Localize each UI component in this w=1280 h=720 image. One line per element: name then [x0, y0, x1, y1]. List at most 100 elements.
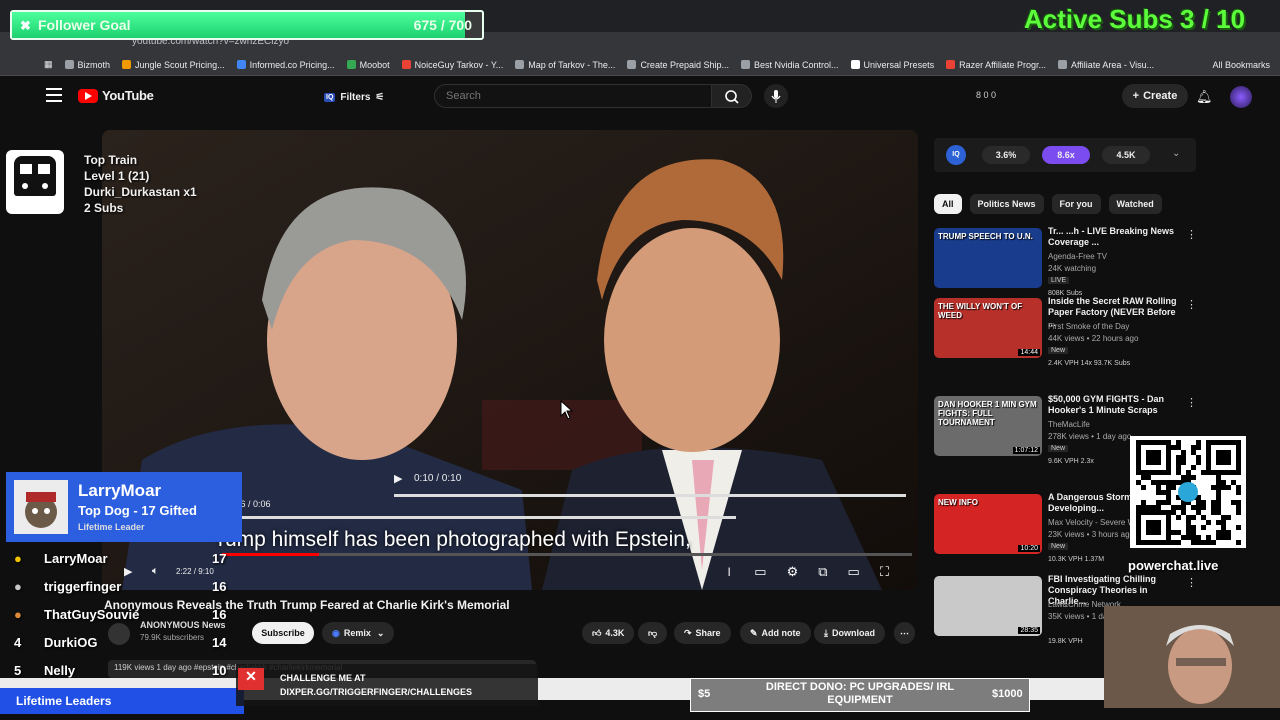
chip-for-you[interactable]: For you: [1051, 194, 1101, 214]
video-thumbnail[interactable]: NEW INFO 10:20: [934, 494, 1042, 554]
bookmark-item[interactable]: Map of Tarkov - The...: [515, 60, 615, 70]
bookmark-item[interactable]: Jungle Scout Pricing...: [122, 60, 225, 70]
notifications-bell-icon[interactable]: 🔔︎: [1196, 89, 1213, 105]
youtube-play-icon: [78, 88, 98, 103]
youtube-logo[interactable]: YouTube: [78, 88, 154, 103]
search-button[interactable]: [712, 84, 752, 108]
bookmark-item[interactable]: Affiliate Area - Visu...: [1057, 60, 1154, 70]
player-controls: ⏽ ▭ ⚙ ⧉ ▭ ⛶: [724, 564, 889, 580]
captions-icon[interactable]: ▭: [754, 564, 766, 580]
chevron-down-icon[interactable]: ⌄: [1172, 148, 1180, 159]
chip-watched[interactable]: Watched: [1108, 194, 1162, 214]
remix-icon: ◉: [332, 627, 340, 638]
bronze-medal-icon: ●: [14, 607, 22, 622]
bookmark-favicon-icon: [346, 60, 356, 69]
recommended-stats: 2.4K VPH 14x 93.7K Subs: [1048, 360, 1131, 367]
voice-search-button[interactable]: [764, 84, 788, 108]
bookmark-item[interactable]: Best Nvidia Control...: [741, 60, 839, 70]
recommended-title[interactable]: Tr... ...h - LIVE Breaking News Coverage…: [1048, 226, 1180, 248]
bookmark-item[interactable]: Razer Affiliate Progr...: [946, 60, 1046, 70]
leaderboard-name: LarryMoar: [44, 551, 108, 566]
all-bookmarks-button[interactable]: All Bookmarks: [1212, 54, 1270, 76]
recommended-channel[interactable]: Agenda-Free TV: [1048, 252, 1107, 261]
recommended-meta: 44K views • 22 hours ago: [1048, 334, 1139, 343]
follower-goal-icon: ✖: [20, 18, 31, 33]
subscribe-button[interactable]: Subscribe: [252, 622, 314, 644]
leaderboard-rank: 4: [14, 635, 22, 650]
fullscreen-icon[interactable]: ⛶: [880, 564, 889, 580]
more-actions-button[interactable]: ⋯: [894, 622, 915, 644]
filters-button[interactable]: IQ Filters ⚟: [318, 86, 390, 108]
more-options-icon[interactable]: ⋮: [1186, 576, 1197, 589]
bookmarks-bar: ▦ Bizmoth Jungle Scout Pricing... Informed…: [0, 54, 1280, 76]
add-note-button[interactable]: ✎ Add note: [740, 622, 811, 644]
settings-gear-icon[interactable]: ⚙: [787, 564, 799, 580]
chip-all[interactable]: All: [934, 194, 962, 214]
download-button[interactable]: ⤓ Download: [814, 622, 885, 644]
leaderboard-count: 10: [212, 663, 227, 678]
bookmark-item[interactable]: Moobot: [346, 60, 390, 70]
follower-goal-count: 675 / 700: [413, 17, 472, 33]
create-button[interactable]: + Create: [1122, 84, 1188, 108]
share-button[interactable]: ↷ Share: [674, 622, 731, 644]
qr-code: [1130, 436, 1246, 548]
theater-mode-icon[interactable]: ▭: [848, 564, 860, 580]
vidiq-stat: 8.6x: [1042, 146, 1090, 164]
hamburger-menu-icon[interactable]: [46, 88, 62, 102]
more-options-icon[interactable]: ⋮: [1186, 228, 1197, 241]
follower-goal-widget: ✖ Follower Goal 675 / 700: [10, 10, 484, 40]
player-progress-bar[interactable]: [222, 553, 912, 556]
bookmark-item[interactable]: Informed.co Pricing...: [236, 60, 335, 70]
miniplayer-icon[interactable]: ⧉: [818, 564, 827, 580]
inner-progress-bar[interactable]: [394, 494, 906, 497]
leaderboard-name: DurkiOG: [44, 635, 98, 650]
download-icon: ⤓: [824, 627, 828, 638]
account-avatar[interactable]: [1230, 86, 1252, 108]
vidiq-badge-icon[interactable]: IQ: [946, 145, 966, 165]
thumbs-up-icon: 👍︎: [592, 627, 602, 638]
leader-tag: Lifetime Leader: [78, 522, 145, 532]
dislike-button[interactable]: 👎︎: [638, 622, 668, 644]
bookmark-favicon-icon: [741, 60, 750, 69]
video-thumbnail[interactable]: TRUMP SPEECH TO U.N.: [934, 228, 1042, 288]
video-thumbnail[interactable]: DAN HOOKER 1 MIN GYM FIGHTS: FULL TOURNA…: [934, 396, 1042, 456]
more-options-icon[interactable]: ⋮: [1186, 298, 1197, 311]
qr-label: powerchat.live: [1128, 558, 1219, 573]
mouse-cursor-icon: [560, 399, 574, 425]
recommended-channel[interactable]: Max Velocity - Severe W...: [1048, 518, 1141, 527]
video-thumbnail[interactable]: 28:35: [934, 576, 1042, 636]
recommended-meta: 24K watching: [1048, 264, 1097, 273]
bookmark-item[interactable]: Create Prepaid Ship...: [627, 60, 729, 70]
chevron-down-icon: ⌄: [376, 627, 385, 638]
sliders-icon: ⚟: [375, 91, 385, 103]
vidiq-stat: 3.6%: [982, 146, 1030, 164]
vidiq-stat: 4.5K: [1102, 146, 1150, 164]
autoplay-toggle-icon[interactable]: ⏽: [724, 564, 734, 580]
video-caption: rump himself has been photographed with …: [218, 528, 691, 551]
thumbnail-text: TRUMP SPEECH TO U.N.: [938, 232, 1033, 241]
bookmark-item[interactable]: Universal Presets: [850, 60, 934, 70]
leader-subtitle: Top Dog - 17 Gifted: [78, 503, 197, 518]
overlay-progress-bar[interactable]: [224, 516, 736, 519]
bookmark-item[interactable]: NoiceGuy Tarkov - Y...: [401, 60, 503, 70]
create-label: Create: [1143, 90, 1178, 102]
search-input[interactable]: [446, 90, 696, 102]
header-counters: 8 0 0: [976, 90, 997, 100]
donation-min: $5: [698, 688, 711, 700]
bookmark-item[interactable]: Bizmoth: [64, 59, 111, 70]
thumbnail-text: THE WILLY WON'T OF WEED: [938, 302, 1023, 320]
apps-grid-icon[interactable]: ▦: [44, 59, 53, 70]
bookmark-label: Bizmoth: [77, 59, 111, 70]
dixper-logo-icon: ✕: [238, 668, 264, 690]
bookmark-label: Razer Affiliate Progr...: [959, 59, 1046, 70]
recommended-channel[interactable]: First Smoke of the Day: [1048, 322, 1129, 331]
inner-play-icon[interactable]: ▶: [394, 472, 402, 485]
recommended-channel[interactable]: TheMacLife: [1048, 420, 1090, 429]
like-button[interactable]: 👍︎ 4.3K: [582, 622, 635, 644]
more-options-icon[interactable]: ⋮: [1186, 396, 1197, 409]
recommended-video[interactable]: THE WILLY WON'T OF WEED 14:44 Inside the S…: [934, 296, 1274, 378]
chip-politics-news[interactable]: Politics News: [969, 194, 1044, 214]
remix-button[interactable]: ◉ Remix ⌄: [322, 622, 395, 644]
recommended-title[interactable]: $50,000 GYM FIGHTS - Dan Hooker's 1 Minu…: [1048, 394, 1180, 416]
video-thumbnail[interactable]: THE WILLY WON'T OF WEED 14:44: [934, 298, 1042, 358]
